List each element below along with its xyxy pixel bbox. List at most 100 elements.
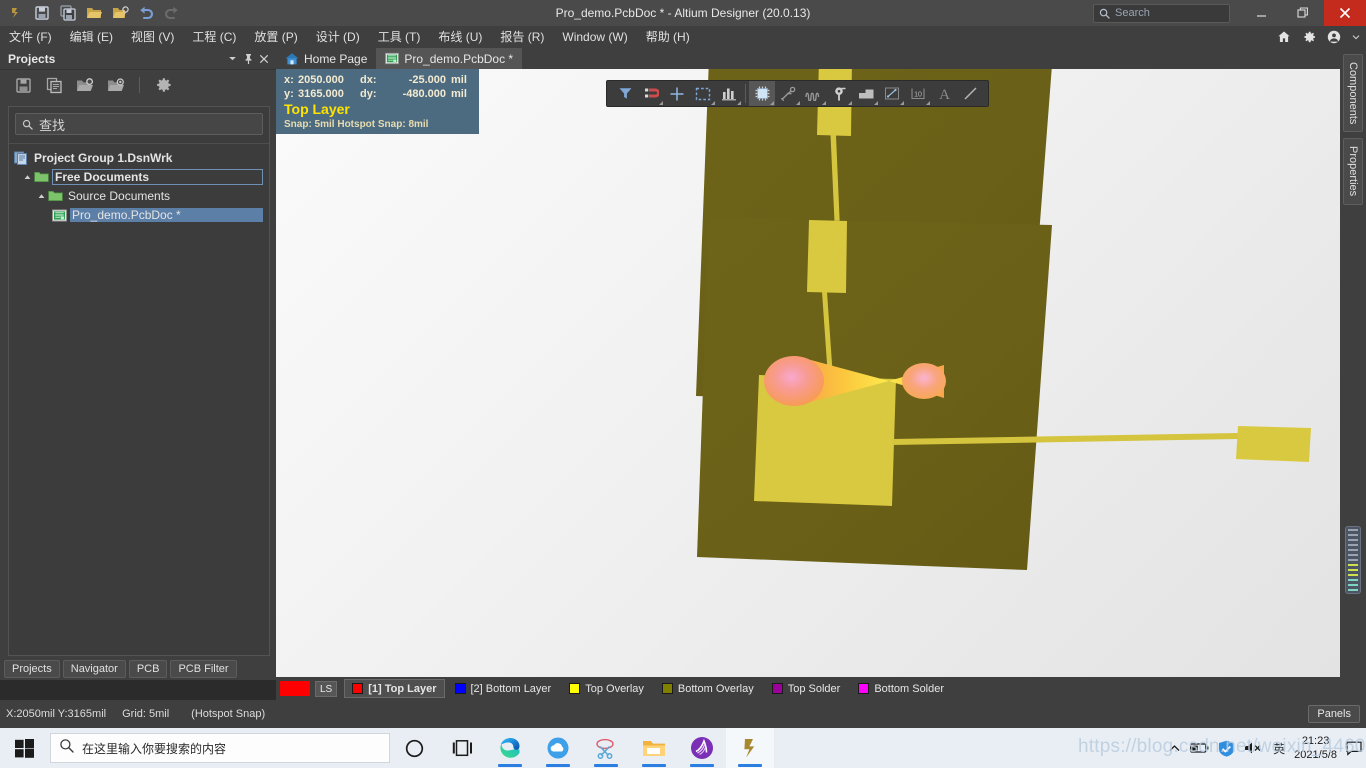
layer-stack-gauge[interactable] xyxy=(1345,526,1361,594)
open-project-icon[interactable] xyxy=(108,1,132,25)
altium-purple-icon[interactable] xyxy=(678,728,726,768)
file-explorer-icon[interactable] xyxy=(630,728,678,768)
open-icon[interactable] xyxy=(82,1,106,25)
snip-sketch-icon[interactable] xyxy=(582,728,630,768)
panels-button[interactable]: Panels xyxy=(1308,705,1360,723)
document-tab-pro-demo-pcbdoc[interactable]: Pro_demo.PcbDoc * xyxy=(376,48,523,69)
polygon-pour-icon[interactable] xyxy=(853,81,879,106)
menu-item-project[interactable]: 工程 (C) xyxy=(183,26,245,48)
menu-item-design[interactable]: 设计 (D) xyxy=(307,26,369,48)
tree-item-project-group[interactable]: Project Group 1.DsnWrk xyxy=(9,150,269,166)
panel-tab-pcb-filter[interactable]: PCB Filter xyxy=(170,660,237,678)
coordinate-icon[interactable]: 10 xyxy=(905,81,931,106)
expand-arrow-icon[interactable] xyxy=(21,174,33,181)
security-shield-icon[interactable] xyxy=(1218,740,1235,757)
active-bar-toolbar: 10 A xyxy=(606,80,989,107)
start-icon[interactable] xyxy=(0,728,48,768)
menu-item-route[interactable]: 布线 (U) xyxy=(429,26,491,48)
taskbar-clock[interactable]: 21:23 2021/5/8 xyxy=(1294,734,1337,762)
close-icon[interactable] xyxy=(256,50,272,68)
cortana-icon[interactable] xyxy=(390,728,438,768)
home-icon[interactable] xyxy=(1277,30,1291,44)
tree-item-pro-demo-pcbdoc[interactable]: Pro_demo.PcbDoc * xyxy=(9,207,269,223)
menu-item-help[interactable]: 帮助 (H) xyxy=(637,26,699,48)
notification-icon[interactable] xyxy=(1346,741,1362,756)
folder-settings-icon[interactable] xyxy=(105,74,127,96)
layer-tab-top-overlay[interactable]: Top Overlay xyxy=(561,679,652,698)
panel-tab-pcb[interactable]: PCB xyxy=(128,660,168,678)
altium-logo-icon[interactable] xyxy=(4,1,28,25)
edge-icon[interactable] xyxy=(486,728,534,768)
layer-set-button[interactable]: LS xyxy=(315,680,338,697)
menu-item-edit[interactable]: 编辑 (E) xyxy=(61,26,122,48)
selection-rect-icon[interactable] xyxy=(690,81,716,106)
battery-icon[interactable] xyxy=(1190,742,1209,754)
line-icon[interactable] xyxy=(957,81,983,106)
folder-icon xyxy=(47,189,63,203)
route-trace-icon[interactable] xyxy=(775,81,801,106)
layer-color-swatch[interactable] xyxy=(280,681,310,696)
document-tab-home-page[interactable]: Home Page xyxy=(276,48,376,69)
gear-icon[interactable] xyxy=(152,74,174,96)
open-folder-search-icon[interactable] xyxy=(74,74,96,96)
account-icon[interactable] xyxy=(1327,30,1341,44)
taskbar-search-input[interactable]: 在这里输入你要搜索的内容 xyxy=(50,733,390,763)
find-input[interactable]: 查找 xyxy=(15,113,263,135)
pcb-doc-icon xyxy=(385,52,400,65)
tree-item-source-documents[interactable]: Source Documents xyxy=(9,188,269,204)
filter-icon[interactable] xyxy=(612,81,638,106)
text-string-icon[interactable]: A xyxy=(931,81,957,106)
volume-muted-icon[interactable] xyxy=(1244,741,1264,755)
menu-item-tools[interactable]: 工具 (T) xyxy=(369,26,430,48)
right-dock: Components Properties xyxy=(1340,48,1366,700)
undo-icon[interactable] xyxy=(134,1,158,25)
projects-panel-tabs: Projects Navigator PCB PCB Filter xyxy=(0,658,276,680)
meander-tuning-icon[interactable] xyxy=(801,81,827,106)
expand-arrow-icon[interactable] xyxy=(35,193,47,200)
layer-color-icon xyxy=(661,683,673,694)
chevron-down-icon[interactable] xyxy=(224,50,240,68)
save-icon[interactable] xyxy=(12,74,34,96)
menu-item-view[interactable]: 视图 (V) xyxy=(122,26,183,48)
layer-tab-bottom-layer[interactable]: [2] Bottom Layer xyxy=(447,679,560,698)
dock-tab-components[interactable]: Components xyxy=(1343,54,1363,133)
onedrive-browser-icon[interactable] xyxy=(534,728,582,768)
ime-language-icon[interactable]: 英 xyxy=(1273,740,1285,757)
menu-item-place[interactable]: 放置 (P) xyxy=(245,26,306,48)
menu-item-reports[interactable]: 报告 (R) xyxy=(491,26,553,48)
pcb-3d-canvas[interactable]: x: 2050.000 dx: -25.000 mil y: 3165.000 … xyxy=(276,48,1340,677)
chevron-down-icon[interactable] xyxy=(1352,33,1360,41)
show-hidden-icons-chevron[interactable] xyxy=(1168,742,1181,755)
gauge-tick xyxy=(1348,529,1358,531)
component-chip-icon[interactable] xyxy=(749,81,775,106)
tree-item-free-documents[interactable]: Free Documents xyxy=(9,169,269,185)
layer-tab-bottom-solder[interactable]: Bottom Solder xyxy=(850,679,952,698)
dimension-icon[interactable] xyxy=(879,81,905,106)
panel-tab-projects[interactable]: Projects xyxy=(4,660,60,678)
measure-bars-icon[interactable] xyxy=(716,81,742,106)
altium-designer-icon[interactable] xyxy=(726,728,774,768)
projects-panel: Projects 查找 Project Group 1.DsnWrk Free … xyxy=(0,48,276,680)
menu-item-window[interactable]: Window (W) xyxy=(553,26,636,48)
search-input[interactable]: Search xyxy=(1093,3,1230,23)
save-all-icon[interactable] xyxy=(56,1,80,25)
via-pad-icon[interactable] xyxy=(827,81,853,106)
layer-tab-top-solder[interactable]: Top Solder xyxy=(764,679,849,698)
copy-icon[interactable] xyxy=(43,74,65,96)
minimize-button[interactable] xyxy=(1240,0,1282,26)
save-icon[interactable] xyxy=(30,1,54,25)
crosshair-place-icon[interactable] xyxy=(664,81,690,106)
close-button[interactable] xyxy=(1324,0,1366,26)
gauge-tick-active xyxy=(1348,569,1358,571)
menu-item-file[interactable]: 文件 (F) xyxy=(0,26,61,48)
dock-tab-properties[interactable]: Properties xyxy=(1343,138,1363,205)
pin-icon[interactable] xyxy=(240,50,256,68)
task-view-icon[interactable] xyxy=(438,728,486,768)
layer-tab-top-layer[interactable]: [1] Top Layer xyxy=(344,679,445,698)
gear-icon[interactable] xyxy=(1302,30,1316,44)
projects-panel-toolbar xyxy=(0,70,276,100)
panel-tab-navigator[interactable]: Navigator xyxy=(62,660,126,678)
restore-button[interactable] xyxy=(1282,0,1324,26)
magnet-snap-icon[interactable] xyxy=(638,81,664,106)
layer-tab-bottom-overlay[interactable]: Bottom Overlay xyxy=(654,679,762,698)
